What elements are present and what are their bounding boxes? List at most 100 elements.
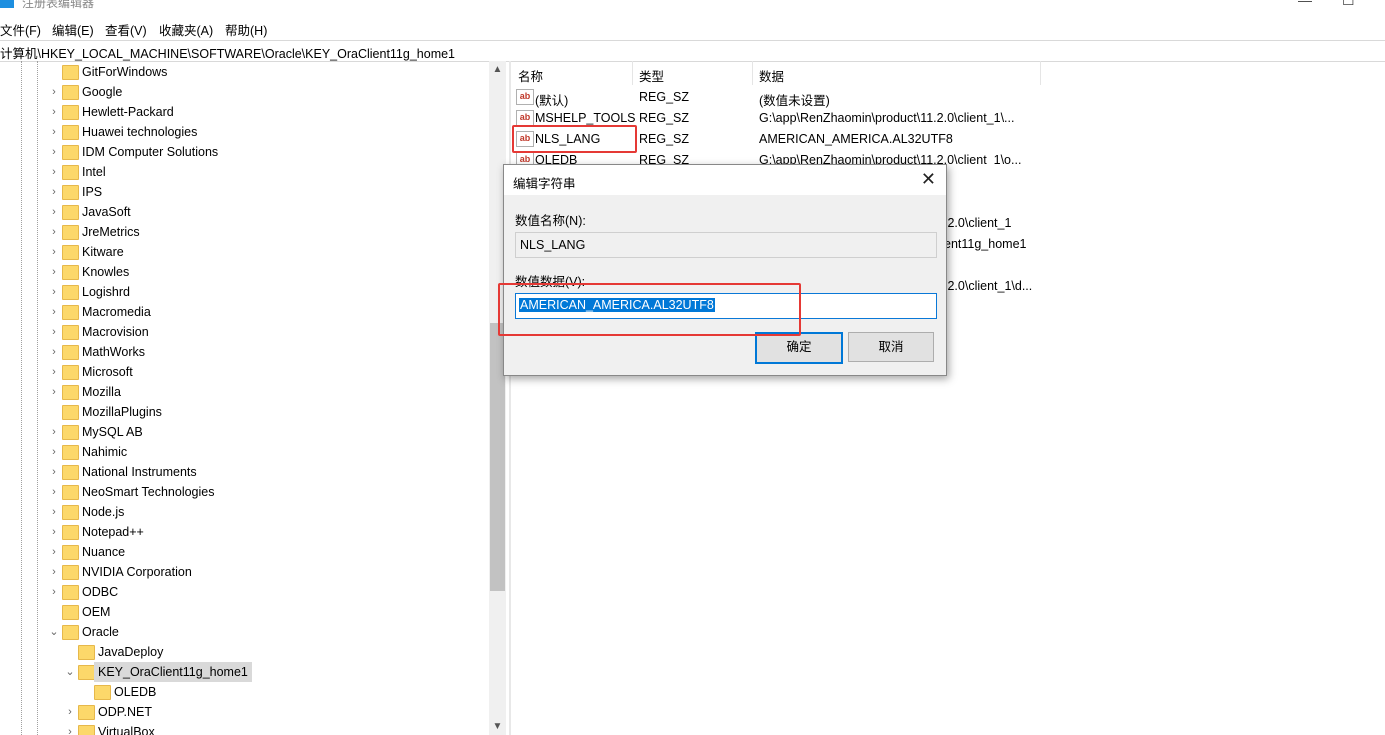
maximize-button[interactable]: ☐ [1342, 0, 1355, 9]
folder-icon [62, 305, 79, 320]
tree-item-label: JreMetrics [82, 225, 140, 239]
chevron-right-icon[interactable]: › [48, 202, 60, 222]
tree-item-label: MathWorks [82, 345, 145, 359]
value-data: AMERICAN_AMERICA.AL32UTF8 [759, 132, 953, 146]
column-separator[interactable] [632, 61, 633, 85]
key-tree[interactable]: GitForWindows › Google › Hewlett-Packard › Hua… [0, 61, 489, 735]
chevron-right-icon[interactable]: › [48, 462, 60, 482]
chevron-right-icon[interactable]: › [48, 242, 60, 262]
chevron-right-icon[interactable]: › [48, 422, 60, 442]
chevron-right-icon[interactable]: › [48, 382, 60, 402]
chevron-right-icon[interactable]: › [48, 542, 60, 562]
folder-icon [62, 365, 79, 380]
tree-item-label: IDM Computer Solutions [82, 145, 219, 159]
tree-item-label: Macromedia [82, 305, 151, 319]
folder-icon [62, 325, 79, 340]
dialog-title: 编辑字符串 [513, 177, 576, 191]
folder-icon [62, 485, 79, 500]
chevron-right-icon[interactable]: › [48, 122, 60, 142]
chevron-right-icon[interactable]: › [48, 222, 60, 242]
scroll-down-arrow-icon[interactable]: ▼ [489, 721, 506, 732]
folder-icon [62, 125, 79, 140]
tree-item-label: NVIDIA Corporation [82, 565, 192, 579]
menu-favorites[interactable]: 收藏夹(A) [159, 20, 213, 39]
value-type: REG_SZ [639, 153, 690, 164]
column-data-header[interactable]: 数据 [759, 66, 784, 85]
folder-icon [62, 505, 79, 520]
folder-icon [78, 705, 95, 720]
tree-item-label: Kitware [82, 245, 124, 259]
scroll-up-arrow-icon[interactable]: ▲ [489, 64, 506, 75]
column-separator[interactable] [752, 61, 753, 85]
chevron-right-icon[interactable]: › [48, 82, 60, 102]
folder-icon [62, 405, 79, 420]
folder-icon [62, 545, 79, 560]
regedit-app-icon [0, 0, 14, 8]
string-value-icon: ab [516, 110, 534, 126]
value-name-text: NLS_LANG [520, 238, 586, 252]
menu-view[interactable]: 查看(V) [105, 20, 147, 39]
folder-icon [62, 625, 79, 640]
highlight-box [512, 125, 637, 153]
address-path[interactable]: 计算机\HKEY_LOCAL_MACHINE\SOFTWARE\Oracle\K… [0, 43, 455, 62]
tree-item-label: MozillaPlugins [82, 405, 162, 419]
chevron-right-icon[interactable]: › [48, 442, 60, 462]
chevron-right-icon[interactable]: › [48, 362, 60, 382]
chevron-down-icon[interactable]: ⌄ [64, 662, 76, 682]
chevron-right-icon[interactable]: › [48, 162, 60, 182]
tree-item-label: Nuance [82, 545, 126, 559]
title-bar: 注册表编辑器 — ☐ [0, 0, 1385, 12]
chevron-right-icon[interactable]: › [48, 582, 60, 602]
value-type: REG_SZ [639, 132, 690, 146]
value-type: REG_SZ [639, 90, 690, 104]
menu-file[interactable]: 文件(F) [0, 20, 41, 39]
value-name-label: 数值名称(N): [515, 214, 586, 228]
menu-help[interactable]: 帮助(H) [225, 20, 267, 39]
folder-icon [62, 565, 79, 580]
chevron-right-icon[interactable]: › [48, 482, 60, 502]
tree-item-label: GitForWindows [82, 65, 168, 79]
folder-icon [78, 645, 95, 660]
folder-icon [62, 205, 79, 220]
chevron-right-icon[interactable]: › [48, 262, 60, 282]
tree-item-label: Logishrd [82, 285, 130, 299]
folder-icon [62, 105, 79, 120]
tree-item-label: Oracle [82, 625, 119, 639]
tree-item-label: Knowles [82, 265, 130, 279]
tree-item-label: Nahimic [82, 445, 128, 459]
folder-icon [62, 465, 79, 480]
folder-icon [78, 665, 95, 680]
tree-item-label: KEY_OraClient11g_home1 [94, 662, 252, 682]
chevron-right-icon[interactable]: › [48, 562, 60, 582]
chevron-right-icon[interactable]: › [64, 702, 76, 722]
chevron-right-icon[interactable]: › [48, 142, 60, 162]
folder-icon [62, 145, 79, 160]
chevron-right-icon[interactable]: › [48, 182, 60, 202]
chevron-right-icon[interactable]: › [48, 502, 60, 522]
chevron-right-icon[interactable]: › [48, 102, 60, 122]
minimize-button[interactable]: — [1298, 0, 1312, 8]
address-bar[interactable]: 计算机\HKEY_LOCAL_MACHINE\SOFTWARE\Oracle\K… [0, 40, 1385, 62]
folder-icon [62, 525, 79, 540]
chevron-right-icon[interactable]: › [48, 282, 60, 302]
chevron-right-icon[interactable]: › [48, 302, 60, 322]
menu-edit[interactable]: 编辑(E) [52, 20, 94, 39]
close-icon[interactable]: ✕ [921, 169, 936, 190]
table-row[interactable]: ab (默认) REG_SZ (数值未设置) [512, 87, 1042, 108]
value-data: .2.0\client_1 [944, 216, 1012, 230]
chevron-down-icon[interactable]: ⌄ [48, 622, 60, 642]
ok-button[interactable]: 确定 [755, 332, 843, 364]
chevron-right-icon[interactable]: › [48, 522, 60, 542]
tree-item-label: Microsoft [82, 365, 133, 379]
value-type: REG_SZ [639, 111, 690, 125]
chevron-right-icon[interactable]: › [64, 722, 76, 735]
chevron-right-icon[interactable]: › [48, 342, 60, 362]
cancel-button[interactable]: 取消 [848, 332, 934, 362]
pane-splitter[interactable] [509, 61, 511, 735]
column-type-header[interactable]: 类型 [639, 66, 664, 85]
tree-scrollbar[interactable]: ▲ ▼ [489, 61, 506, 735]
tree-item-label: JavaSoft [82, 205, 131, 219]
chevron-right-icon[interactable]: › [48, 322, 60, 342]
column-separator[interactable] [1040, 61, 1041, 85]
column-name-header[interactable]: 名称 [518, 66, 543, 85]
